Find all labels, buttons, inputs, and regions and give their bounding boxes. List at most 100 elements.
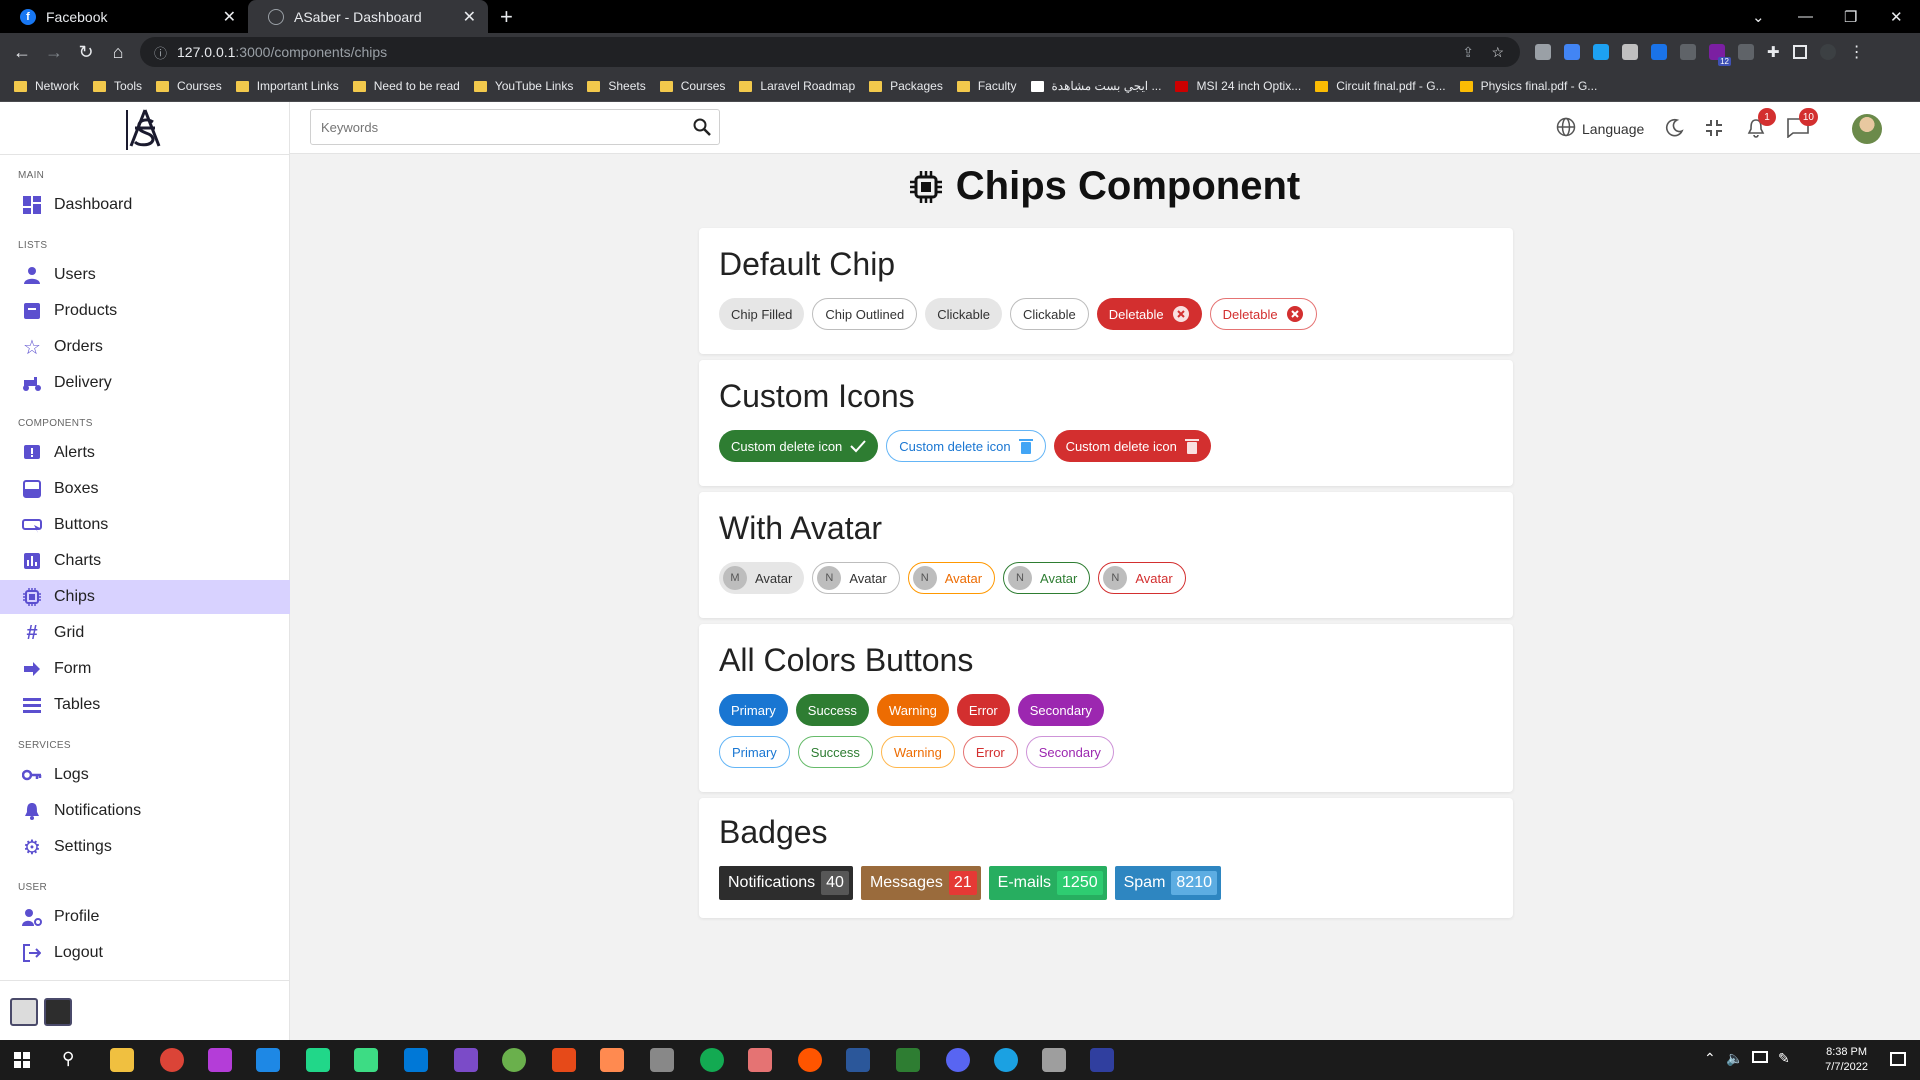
clock[interactable]: 8:38 PM 7/7/2022 [1825, 1045, 1868, 1075]
cancel-icon[interactable] [1172, 305, 1190, 323]
sidebar-item-boxes[interactable]: Boxes [0, 472, 290, 506]
trash-icon[interactable] [1018, 438, 1033, 454]
minimize-button[interactable]: — [1798, 0, 1813, 33]
chip-deletable-filled[interactable]: Deletable [1096, 298, 1202, 330]
puzzle-icon[interactable]: ✚ [1767, 43, 1780, 61]
profile-icon[interactable] [1819, 44, 1836, 60]
bookmark-item[interactable]: Courses [156, 79, 222, 93]
bookmark-item[interactable]: Courses [659, 79, 725, 93]
menu-icon[interactable]: ⋮ [1849, 42, 1865, 62]
close-icon[interactable]: ✕ [223, 7, 236, 27]
app-icon[interactable] [896, 1048, 920, 1072]
chip-error[interactable]: Error [956, 694, 1010, 726]
address-bar[interactable]: ⓘ 127.0.0.1:3000/components/chips ⇪ ☆ [140, 37, 1520, 67]
chip-filled[interactable]: Chip Filled [719, 298, 805, 330]
bookmark-item[interactable]: Important Links [235, 79, 339, 93]
reload-icon[interactable]: ↻ [70, 42, 102, 63]
sidebar-item-logout[interactable]: Logout [0, 936, 290, 970]
app-icon[interactable] [650, 1048, 674, 1072]
chip-clickable-filled[interactable]: Clickable [925, 298, 1002, 330]
sidebar-item-notifications[interactable]: Notifications [0, 794, 290, 828]
app-icon[interactable] [552, 1048, 576, 1072]
bookmark-item[interactable]: Packages [869, 79, 943, 93]
file-explorer-icon[interactable] [110, 1048, 134, 1072]
chip-success-outlined[interactable]: Success [797, 736, 873, 768]
star-icon[interactable]: ☆ [1491, 44, 1504, 61]
close-icon[interactable]: ✕ [463, 7, 476, 27]
sidebar-item-orders[interactable]: ☆ Orders [0, 330, 290, 364]
volume-icon[interactable]: 🔈 [1726, 1050, 1743, 1067]
bookmark-item[interactable]: Need to be read [352, 79, 460, 93]
vscode-icon[interactable] [404, 1048, 428, 1072]
sidebar-item-form[interactable]: Form [0, 652, 290, 686]
chrome-icon[interactable] [160, 1048, 184, 1072]
messages-icon[interactable]: 10 [1786, 108, 1818, 140]
chip-clickable-outlined[interactable]: Clickable [1009, 298, 1089, 330]
user-avatar[interactable] [1852, 114, 1882, 144]
tab-facebook[interactable]: f Facebook ✕ [0, 0, 248, 33]
extension-icon[interactable] [1622, 44, 1638, 60]
sidepanel-icon[interactable] [1792, 45, 1807, 59]
light-theme-button[interactable] [10, 998, 38, 1026]
app-icon[interactable] [502, 1048, 526, 1072]
word-icon[interactable] [846, 1048, 870, 1072]
share-icon[interactable]: ⇪ [1462, 44, 1474, 61]
sidebar-item-chips[interactable]: Chips [0, 580, 290, 614]
bookmark-item[interactable]: YouTube Links [473, 79, 573, 93]
chip-custom-delete-outlined[interactable]: Custom delete icon [886, 430, 1046, 462]
extension-icon[interactable] [1564, 44, 1580, 60]
chip-avatar[interactable]: N Avatar [812, 562, 900, 594]
chip-primary[interactable]: Primary [719, 694, 788, 726]
clion-icon[interactable] [354, 1048, 378, 1072]
chip-warning-outlined[interactable]: Warning [880, 736, 955, 768]
windows-start-icon[interactable] [14, 1052, 30, 1068]
language-button[interactable]: Language [1556, 117, 1644, 140]
visual-studio-icon[interactable] [454, 1048, 478, 1072]
app-icon[interactable] [994, 1048, 1018, 1072]
chip-warning[interactable]: Warning [876, 694, 949, 726]
bookmark-item[interactable]: Network [14, 79, 79, 93]
app-icon[interactable] [600, 1048, 624, 1072]
sidebar-item-settings[interactable]: ⚙ Settings [0, 830, 290, 864]
chip-secondary[interactable]: Secondary [1017, 694, 1104, 726]
chip-success[interactable]: Success [795, 694, 869, 726]
home-icon[interactable]: ⌂ [102, 42, 134, 63]
trash-icon[interactable] [1184, 438, 1199, 454]
chip-error-outlined[interactable]: Error [962, 736, 1018, 768]
chip-avatar[interactable]: N Avatar [1098, 562, 1186, 594]
pycharm-icon[interactable] [306, 1048, 330, 1072]
extension-icon[interactable] [1738, 44, 1754, 60]
webstorm-icon[interactable] [256, 1048, 280, 1072]
bookmark-item[interactable]: Laravel Roadmap [739, 79, 855, 93]
new-tab-button[interactable]: + [500, 4, 513, 30]
badge-messages[interactable]: Messages 21 [860, 866, 981, 900]
chip-primary-outlined[interactable]: Primary [719, 736, 790, 768]
extension-icon[interactable] [1535, 44, 1551, 60]
extension-icon[interactable] [1593, 44, 1609, 60]
bookmark-item[interactable]: Circuit final.pdf - G... [1315, 79, 1446, 93]
notifications-icon[interactable]: 1 [1744, 108, 1776, 140]
back-icon[interactable]: ← [6, 42, 38, 63]
mongodb-icon[interactable] [700, 1048, 724, 1072]
app-icon[interactable] [748, 1048, 772, 1072]
app-icon[interactable] [1042, 1048, 1066, 1072]
check-icon[interactable] [850, 439, 867, 453]
tab-dashboard[interactable]: ASaber - Dashboard ✕ [248, 0, 488, 33]
close-window-button[interactable]: ✕ [1890, 0, 1903, 33]
extension-icon[interactable] [1651, 44, 1667, 60]
tab-search-icon[interactable]: ⌄ [1752, 0, 1765, 33]
sidebar-item-alerts[interactable]: Alerts [0, 436, 290, 470]
sidebar-item-dashboard[interactable]: Dashboard [0, 188, 290, 222]
forward-icon[interactable]: → [38, 42, 70, 63]
chip-avatar[interactable]: N Avatar [907, 562, 996, 594]
sidebar-item-delivery[interactable]: Delivery [0, 366, 290, 400]
logo-icon[interactable] [125, 106, 165, 152]
bookmark-item[interactable]: Physics final.pdf - G... [1459, 79, 1597, 93]
network-icon[interactable] [1752, 1051, 1768, 1063]
info-icon[interactable]: ⓘ [154, 43, 167, 62]
sidebar-item-charts[interactable]: Charts [0, 544, 290, 578]
cancel-icon[interactable] [1286, 305, 1304, 323]
chip-custom-check[interactable]: Custom delete icon [719, 430, 879, 462]
dark-mode-icon[interactable] [1662, 116, 1686, 140]
phpstorm-icon[interactable] [208, 1048, 232, 1072]
